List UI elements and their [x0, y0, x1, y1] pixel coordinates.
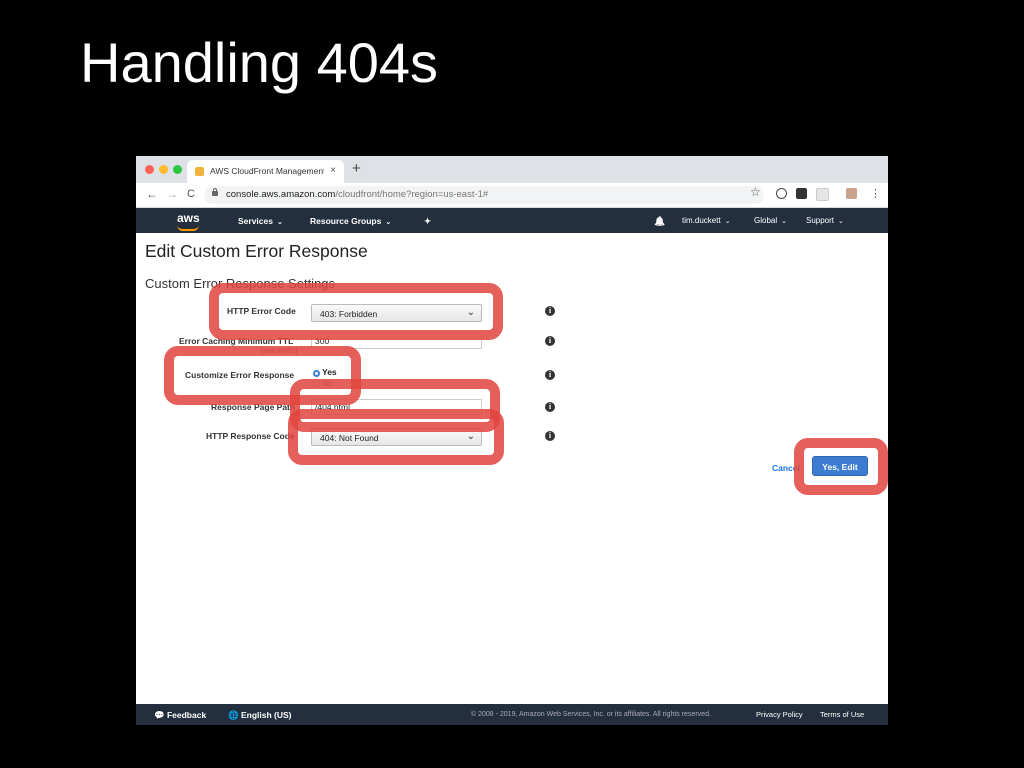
- slide-title: Handling 404s: [80, 31, 439, 94]
- minimize-window-button[interactable]: [159, 165, 168, 174]
- address-bar-row: ← → C console.aws.amazon.com/cloudfront/…: [136, 183, 888, 208]
- globe-icon: 🌐: [228, 710, 239, 720]
- feedback-link[interactable]: 💬 Feedback: [154, 710, 206, 721]
- resource-groups-menu[interactable]: Resource Groups ⌄: [310, 216, 391, 226]
- error-caching-ttl-info-icon[interactable]: i: [545, 336, 555, 346]
- customize-no-label: No: [322, 378, 333, 388]
- back-button[interactable]: ←: [146, 188, 158, 200]
- http-response-code-select[interactable]: 404: Not Found ⌄: [311, 428, 482, 446]
- aws-logo-smile-icon: [177, 225, 199, 231]
- new-tab-button[interactable]: +: [352, 161, 361, 176]
- cloudfront-favicon-icon: [195, 167, 204, 176]
- privacy-policy-link[interactable]: Privacy Policy: [756, 710, 803, 719]
- forward-button[interactable]: →: [166, 188, 178, 200]
- profile-avatar[interactable]: [846, 188, 857, 199]
- cancel-link[interactable]: Cancel: [772, 463, 800, 473]
- notifications-bell-icon[interactable]: 🔔: [654, 216, 665, 227]
- tab-title: AWS CloudFront Management: [210, 166, 324, 176]
- chevron-down-icon: ⌄: [838, 218, 844, 225]
- http-error-code-info-icon[interactable]: i: [545, 306, 555, 316]
- http-response-code-info-icon[interactable]: i: [545, 431, 555, 441]
- chevron-down-icon: ⌄: [781, 218, 787, 225]
- url-text: console.aws.amazon.com/cloudfront/home?r…: [226, 189, 489, 200]
- error-caching-ttl-unit: (seconds): [260, 346, 298, 355]
- chevron-down-icon: ⌄: [276, 219, 283, 226]
- services-menu[interactable]: Services ⌄: [238, 216, 283, 226]
- reload-button[interactable]: C: [187, 188, 195, 200]
- http-error-code-label: HTTP Error Code: [227, 306, 296, 316]
- pin-icon[interactable]: ✦: [424, 216, 431, 227]
- customize-no-radio[interactable]: [313, 380, 320, 387]
- http-error-code-value: 403: Forbidden: [320, 309, 378, 319]
- section-title: Custom Error Response Settings: [145, 276, 336, 291]
- customize-error-response-info-icon[interactable]: i: [545, 370, 555, 380]
- language-selector[interactable]: 🌐 English (US): [228, 710, 292, 721]
- response-page-path-label: Response Page Path: [211, 402, 296, 412]
- customize-yes-label: Yes: [322, 367, 337, 377]
- close-window-button[interactable]: [145, 165, 154, 174]
- customize-yes-radio[interactable]: [313, 370, 320, 377]
- aws-logo[interactable]: aws: [177, 211, 200, 225]
- main-content: Edit Custom Error Response Custom Error …: [136, 233, 888, 703]
- tab-bar: AWS CloudFront Management × +: [136, 156, 888, 183]
- http-error-code-select[interactable]: 403: Forbidden ⌄: [311, 304, 482, 322]
- page-title: Edit Custom Error Response: [145, 241, 368, 261]
- support-menu[interactable]: Support ⌄: [806, 216, 844, 225]
- http-response-code-label: HTTP Response Code: [206, 431, 295, 441]
- extension-notion-icon[interactable]: [796, 188, 807, 199]
- browser-tab[interactable]: AWS CloudFront Management ×: [187, 160, 344, 183]
- chevron-down-icon: ⌄: [466, 307, 475, 318]
- customize-error-response-label: Customize Error Response: [185, 370, 295, 380]
- response-page-path-info-icon[interactable]: i: [545, 402, 555, 412]
- extension-icon[interactable]: [816, 188, 829, 201]
- http-response-code-value: 404: Not Found: [320, 433, 379, 443]
- aws-footer: 💬 Feedback 🌐 English (US) © 2008 - 2019,…: [136, 704, 888, 725]
- account-menu[interactable]: tim.duckett ⌄: [682, 216, 731, 225]
- terms-of-use-link[interactable]: Terms of Use: [820, 710, 864, 719]
- copyright-text: © 2008 - 2019, Amazon Web Services, Inc.…: [471, 711, 711, 718]
- lock-icon: [212, 188, 218, 196]
- error-caching-ttl-label: Error Caching Minimum TTL: [179, 336, 294, 346]
- speech-bubble-icon: 💬: [154, 710, 165, 720]
- chevron-down-icon: ⌄: [724, 218, 731, 225]
- browser-menu-icon[interactable]: ⋮: [870, 188, 881, 200]
- url-bar[interactable]: console.aws.amazon.com/cloudfront/home?r…: [204, 186, 764, 204]
- region-menu[interactable]: Global ⌄: [754, 216, 787, 225]
- bookmark-star-icon[interactable]: ☆: [750, 186, 761, 198]
- yes-edit-button[interactable]: Yes, Edit: [812, 456, 868, 476]
- response-page-path-input[interactable]: /404.html: [311, 399, 482, 415]
- chevron-down-icon: ⌄: [385, 219, 392, 226]
- error-caching-ttl-input[interactable]: 300: [311, 333, 482, 349]
- tab-close-icon[interactable]: ×: [330, 165, 336, 176]
- aws-top-nav: aws Services ⌄ Resource Groups ⌄ ✦ 🔔 tim.d…: [136, 208, 888, 233]
- browser-window: AWS CloudFront Management × + ← → C cons…: [136, 156, 888, 725]
- maximize-window-button[interactable]: [173, 165, 182, 174]
- extension-1password-icon[interactable]: [776, 188, 787, 199]
- chevron-down-icon: ⌄: [466, 431, 475, 442]
